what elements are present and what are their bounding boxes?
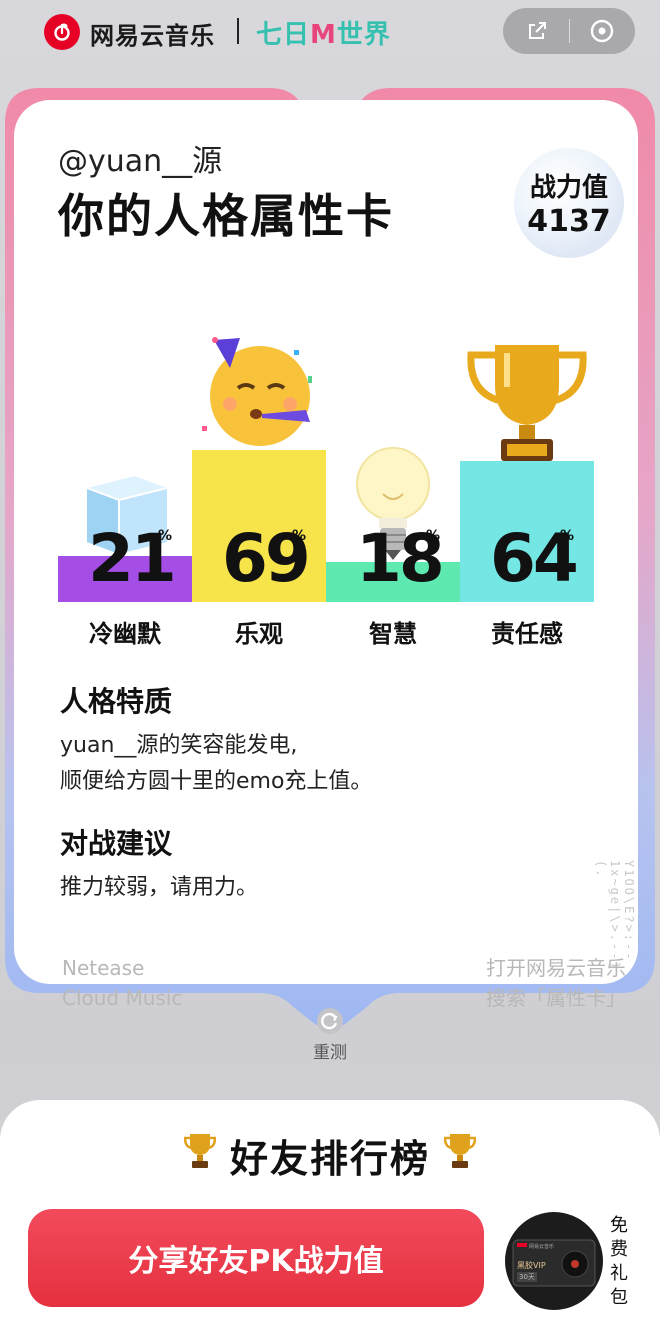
event-title-pre: 七日 — [256, 20, 311, 50]
netease-logo-icon — [44, 14, 80, 50]
percent-sign: % — [426, 528, 441, 544]
percent-sign: % — [560, 528, 575, 544]
trophy-icon — [463, 339, 591, 469]
footer-hint-line-2: 搜索「属性卡」 — [486, 986, 626, 1010]
brand-name: 网易云音乐 — [90, 22, 215, 50]
free-gift-button[interactable]: 黑胶VIP 30天 网易云音乐 — [505, 1212, 603, 1310]
footer-brand: Netease Cloud Music — [62, 953, 182, 1013]
capsule-divider — [568, 19, 570, 43]
free-gift-label[interactable]: 免费礼包 — [607, 1214, 631, 1310]
party-face-icon — [194, 330, 324, 454]
category-label-责任感: 责任感 — [491, 620, 563, 648]
miniapp-capsule — [503, 8, 635, 54]
category-label-乐观: 乐观 — [235, 620, 283, 648]
retest-button[interactable]: 重测 — [300, 1006, 360, 1063]
target-close-icon[interactable] — [587, 16, 617, 46]
event-title-post: 世界 — [336, 20, 391, 50]
retest-label: 重测 — [313, 1043, 347, 1063]
traits-line-2: 顺便给方圆十里的emo充上值。 — [60, 769, 373, 794]
ranking-title: 好友排行榜 — [229, 1137, 430, 1181]
category-label-冷幽默: 冷幽默 — [89, 620, 161, 648]
footer-hint: 打开网易云音乐 搜索「属性卡」 — [444, 953, 626, 1013]
footer-brand-line-1: Netease — [62, 956, 145, 980]
share-pk-button[interactable]: 分享好友PK战力值 — [28, 1209, 484, 1307]
percent-sign: % — [158, 528, 173, 544]
category-label-智慧: 智慧 — [369, 620, 417, 648]
share-icon[interactable] — [522, 16, 552, 46]
footer-brand-line-2: Cloud Music — [62, 986, 183, 1010]
percent-sign: % — [292, 528, 307, 544]
traits-title: 人格特质 — [60, 685, 173, 718]
gift-card-vip: 黑胶VIP — [517, 1261, 546, 1270]
attribute-card: @yuan__源 你的人格属性卡 战力值 4137 21% 冷幽默 69% 乐观 18%… — [14, 100, 638, 1010]
ranking-header[interactable]: 好友排行榜 — [0, 1128, 660, 1183]
trophy-left-icon — [183, 1132, 217, 1179]
event-title-mid: M — [310, 20, 337, 50]
event-title: 七日M世界 — [256, 14, 391, 51]
gift-card-brand: 网易云音乐 — [529, 1244, 555, 1250]
gift-card-days: 30天 — [517, 1272, 537, 1282]
attribute-card-frame: @yuan__源 你的人格属性卡 战力值 4137 21% 冷幽默 69% 乐观 18%… — [0, 88, 660, 1028]
trophy-right-icon — [443, 1132, 477, 1179]
footer-hint-line-1: 打开网易云音乐 — [486, 956, 626, 980]
brand-divider — [237, 18, 239, 44]
traits-line-1: yuan__源的笑容能发电, — [60, 733, 298, 758]
refresh-icon — [317, 1008, 343, 1034]
battle-line-1: 推力较弱，请用力。 — [60, 875, 259, 900]
top-bar: 网易云音乐 七日M世界 — [0, 0, 660, 70]
battle-title: 对战建议 — [60, 827, 173, 860]
